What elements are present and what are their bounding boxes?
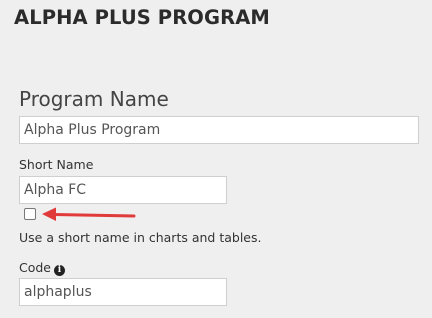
code-input[interactable]: [19, 278, 227, 306]
code-label: Code: [19, 260, 52, 275]
code-label-row: Code i: [19, 260, 66, 276]
short-name-help-text: Use a short name in charts and tables.: [19, 230, 262, 245]
annotation-arrow: [42, 207, 136, 221]
program-name-input[interactable]: [19, 116, 419, 144]
short-name-input[interactable]: [19, 176, 227, 204]
page-title: ALPHA PLUS PROGRAM: [14, 6, 270, 29]
info-circle-icon[interactable]: i: [54, 265, 66, 276]
short-name-label: Short Name: [19, 157, 94, 172]
program-name-label: Program Name: [19, 87, 169, 111]
short-name-checkbox[interactable]: [24, 208, 36, 220]
